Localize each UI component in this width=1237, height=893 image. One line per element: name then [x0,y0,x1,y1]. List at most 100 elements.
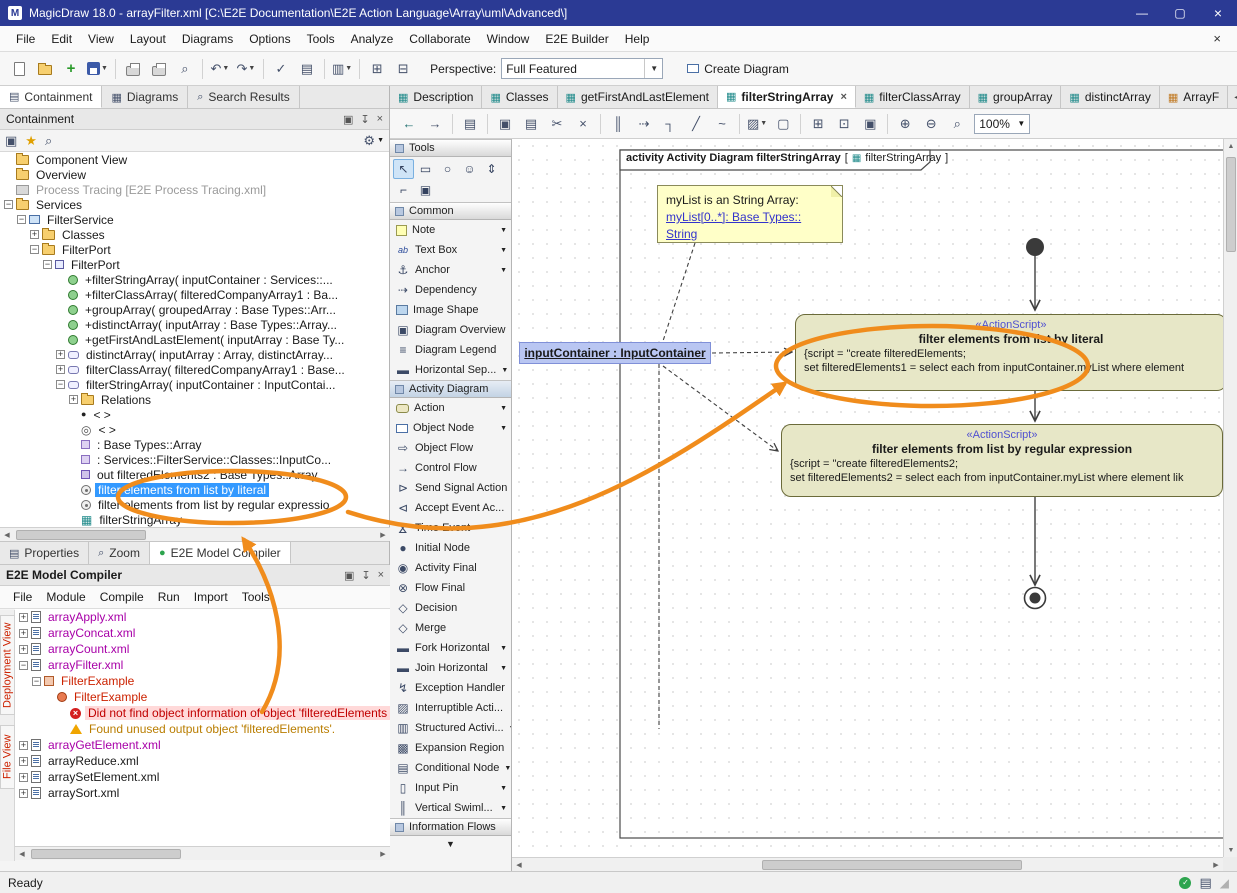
actor-tool-icon[interactable]: ☺ [459,159,480,179]
tree-item[interactable]: : Base Types::Array [0,437,389,452]
action-filter-by-regex[interactable]: «ActionScript» filter elements from list… [781,424,1223,497]
tree-expander-icon[interactable]: − [32,677,41,686]
tree-item[interactable]: +arrayReduce.xml [15,753,390,769]
undo-icon[interactable]: ↶▼ [207,56,233,82]
tree-item[interactable]: +arraySetElement.xml [15,769,390,785]
tab-search-results[interactable]: ⌕Search Results [188,86,300,108]
palette-item-merge[interactable]: ◇Merge [390,618,511,638]
palette-item-action[interactable]: Action▼ [390,398,511,418]
menu-file[interactable]: File [8,28,43,50]
palette-scroll-down-icon[interactable]: ▼ [390,836,511,852]
palette-item-control-flow[interactable]: →Control Flow [390,458,511,478]
swimlane-icon[interactable]: ║ [605,111,631,137]
grid-icon[interactable]: ⊞ [805,111,831,137]
tab-deployment-view[interactable]: Deployment View [0,615,15,715]
palette-item-image-shape[interactable]: Image Shape [390,300,511,320]
palette-item-horizontal-sep-[interactable]: ▬Horizontal Sep...▼ [390,360,511,380]
zoom-level-select[interactable]: 100% ▼ [974,114,1030,134]
quick-search-icon[interactable]: ⌕ [45,133,52,149]
object-node-label[interactable]: inputContainer : InputContainer [519,342,711,364]
rectilinear-line-icon[interactable]: ┐ [657,111,683,137]
tree-expander-icon[interactable]: + [19,757,28,766]
same-size-icon[interactable]: ▣ [857,111,883,137]
new-project-icon[interactable] [6,56,32,82]
menu-diagrams[interactable]: Diagrams [174,28,241,50]
palette-item-object-node[interactable]: Object Node▼ [390,418,511,438]
tree-expander-icon[interactable]: − [4,200,13,209]
tree-item[interactable]: Component View [0,152,389,167]
tree-item[interactable]: −Services [0,197,389,212]
float-icon[interactable]: ▣ [343,113,353,126]
tree-expander-icon[interactable]: + [56,350,65,359]
compiler-menu-tools[interactable]: Tools [235,587,277,607]
scroll-thumb[interactable] [31,849,181,859]
back-icon[interactable]: ← [396,111,422,137]
open-project-icon[interactable] [32,56,58,82]
tree-item[interactable]: Process Tracing [E2E Process Tracing.xml… [0,182,389,197]
zoom-in-icon[interactable]: ⊕ [892,111,918,137]
save-project-icon[interactable]: ▼ [84,56,111,82]
tab-file-view[interactable]: File View [0,725,15,789]
palette-item-expansion-region[interactable]: ▩Expansion Region [390,738,511,758]
palette-item-join-horizontal[interactable]: ▬Join Horizontal▼ [390,658,511,678]
camera-tool-icon[interactable]: ▣ [415,180,436,200]
diagram-tab-distinctarray[interactable]: ▦distinctArray [1061,86,1159,108]
tree-item[interactable]: ▦filterStringArray [0,512,389,527]
palette-section-information-flows[interactable]: Information Flows [390,818,511,836]
palette-item-note[interactable]: Note▼ [390,220,511,240]
oval-tool-icon[interactable]: ○ [437,159,458,179]
dependency-line-icon[interactable]: ⇢ [631,111,657,137]
menu-edit[interactable]: Edit [43,28,80,50]
tree-expander-icon[interactable]: + [19,773,28,782]
scroll-left-icon[interactable]: ◀ [512,858,526,872]
curve-line-icon[interactable]: ~ [709,111,735,137]
menu-close-icon[interactable]: × [1205,29,1229,48]
diagram-tab-grouparray[interactable]: ▦groupArray [970,86,1062,108]
tree-expander-icon[interactable]: + [56,365,65,374]
tab-containment[interactable]: ▤Containment [0,86,102,108]
settings-gear-icon[interactable]: ⚙ [363,133,375,149]
tree-item[interactable]: +arraySort.xml [15,785,390,801]
scroll-left-icon[interactable]: ◀ [15,847,29,861]
create-diagram-button[interactable]: Create Diagram [679,58,797,80]
tab-close-icon[interactable]: × [840,91,846,103]
tree-item[interactable]: Overview [0,167,389,182]
palette-item-accept-event-ac-[interactable]: ⊲Accept Event Ac... [390,498,511,518]
scroll-thumb[interactable] [1226,157,1236,252]
palette-section-tools[interactable]: Tools [390,139,511,157]
tree-item[interactable]: ◎< > [0,422,389,437]
palette-item-object-flow[interactable]: ⇨Object Flow [390,438,511,458]
tree-item[interactable]: −arrayFilter.xml [15,657,390,673]
palette-item-interruptible-acti-[interactable]: ▨Interruptible Acti... [390,698,511,718]
add-model-icon[interactable]: + [58,56,84,82]
tree-expander-icon[interactable]: + [19,741,28,750]
palette-item-time-event[interactable]: ⋈Time Event [390,518,511,538]
tree-item[interactable]: +distinctArray( inputArray : Array, dist… [0,347,389,362]
menu-view[interactable]: View [80,28,122,50]
scroll-up-icon[interactable]: ▲ [1224,139,1237,153]
palette-item-structured-activi-[interactable]: ▥Structured Activi...▼ [390,718,511,738]
diagram-tab-filterclassarray[interactable]: ▦filterClassArray [856,86,970,108]
copy-icon[interactable]: ▣ [492,111,518,137]
validate-icon[interactable]: ✓ [268,56,294,82]
resize-grip-icon[interactable]: ◢ [1220,876,1229,890]
palette-item-vertical-swiml-[interactable]: ║Vertical Swiml...▼ [390,798,511,818]
tab-diagrams[interactable]: ▦Diagrams [102,86,188,108]
favorites-icon[interactable]: ★ [25,133,37,149]
diagram-tab-getfirstandlastelement[interactable]: ▦getFirstAndLastElement [558,86,718,108]
containment-tree-icon[interactable]: ▤ [457,111,483,137]
palette-section-common[interactable]: Common [390,202,511,220]
scroll-thumb[interactable] [16,530,146,540]
containment-hscrollbar[interactable]: ◀ ▶ [0,527,390,541]
fill-color-icon[interactable]: ▨▼ [744,111,770,137]
tab-zoom[interactable]: ⌕Zoom [89,542,150,564]
menu-layout[interactable]: Layout [122,28,174,50]
tree-item[interactable]: filter elements from list by literal [0,482,389,497]
tree-item[interactable]: +filterClassArray( filteredCompanyArray1… [0,287,389,302]
cursor-tool-icon[interactable]: ↖ [393,159,414,179]
redo-icon[interactable]: ↷▼ [233,56,259,82]
layout-icon[interactable]: ⊟ [390,56,416,82]
add-note-icon[interactable]: ▢ [770,111,796,137]
compiler-menu-module[interactable]: Module [39,587,92,607]
menu-analyze[interactable]: Analyze [343,28,402,50]
